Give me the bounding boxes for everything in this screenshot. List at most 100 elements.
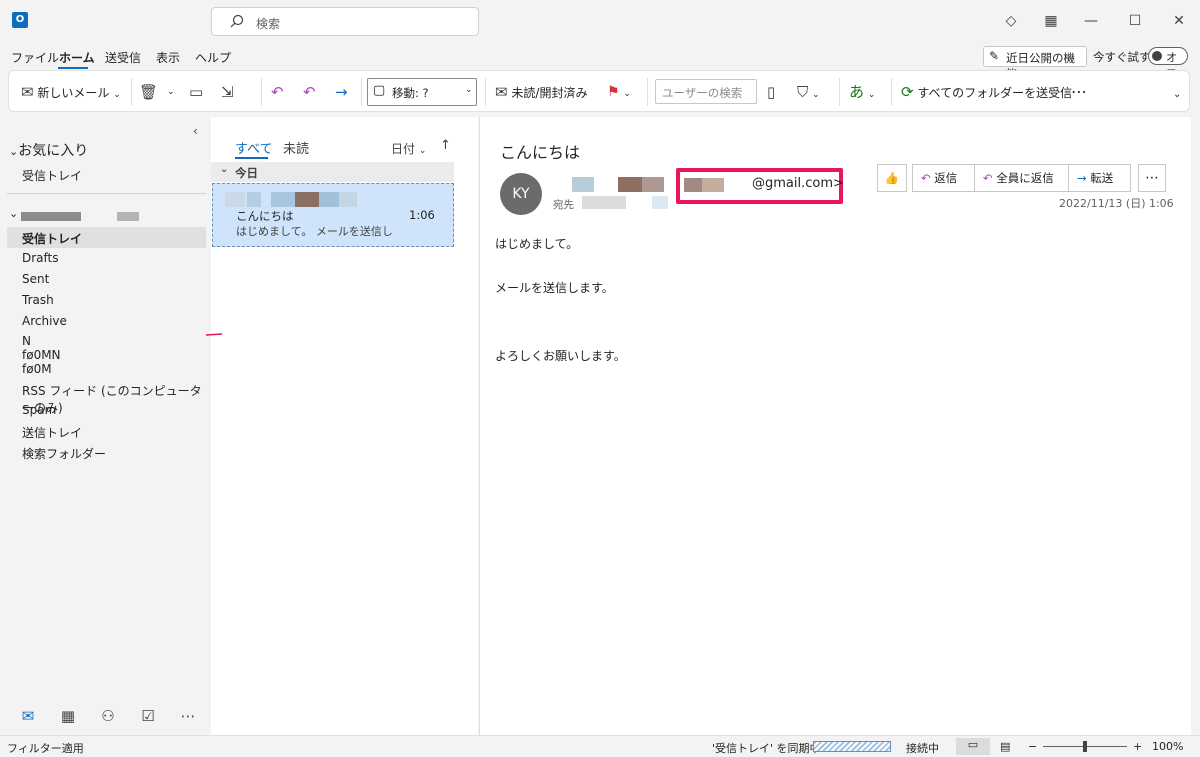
maximize-icon[interactable]: ☐ [1126, 12, 1144, 30]
folder-spam[interactable]: Spam [22, 403, 56, 417]
folder-trash[interactable]: Trash [22, 293, 54, 307]
send-receive-all-button[interactable]: ⟳ すべてのフォルダーを送受信 [901, 80, 1072, 104]
reply-button[interactable]: ↶ 返信 [912, 164, 975, 192]
chevron-down-icon[interactable]: ⌄ [1173, 83, 1181, 107]
pen-icon: ✎ [989, 49, 1000, 63]
read-unread-label: 未読/開封済み [511, 86, 588, 100]
favorites-inbox[interactable]: 受信トレイ [22, 167, 82, 184]
search-input[interactable]: 検索 [211, 7, 479, 36]
ribbon-separator [891, 78, 892, 106]
address-book-icon[interactable]: ▯ [767, 80, 775, 104]
folder-sent[interactable]: Sent [22, 272, 49, 286]
chevron-down-icon[interactable]: ⌄ [167, 80, 175, 104]
redacted-sender [271, 192, 295, 207]
menu-send-receive[interactable]: 送受信 [105, 49, 141, 66]
reply-label: 返信 [934, 171, 958, 185]
folder-n[interactable]: N [22, 334, 31, 348]
ribbon-toolbar: ✉ 新しいメール ⌄ 🗑 ⌄ ▭ ⇲ ↶ ↶ → ▢ 移動: ? ⌄ ✉ 未読/… [8, 70, 1190, 112]
menu-file[interactable]: ファイル [11, 49, 59, 66]
menu-help[interactable]: ヘルプ [195, 49, 231, 66]
group-header-today[interactable]: ⌄ 今日 [211, 162, 454, 182]
ribbon-separator [361, 78, 362, 106]
folder-inbox[interactable]: 受信トレイ [7, 227, 206, 248]
forward-icon: → [1077, 171, 1087, 185]
translate-button[interactable]: あ ⌄ [849, 80, 875, 104]
folder-fomn[interactable]: fø0MN [22, 348, 61, 362]
zoom-level[interactable]: 100% [1152, 740, 1183, 753]
redacted-email [684, 178, 702, 192]
reply-icon[interactable]: ↶ [271, 80, 284, 104]
redacted-sender [247, 192, 261, 207]
flag-icon: ⚑ [607, 84, 620, 100]
folder-search-folders[interactable]: 検索フォルダー [22, 445, 106, 462]
more-apps-icon[interactable]: ⋯ [177, 705, 199, 727]
people-icon[interactable]: ⚇ [97, 705, 119, 727]
mail-icon[interactable]: ✉ [17, 705, 39, 727]
close-icon[interactable]: ✕ [1170, 12, 1188, 30]
tasks-icon[interactable]: ☑ [137, 705, 159, 727]
ribbon-separator [261, 78, 262, 106]
tab-unread[interactable]: 未読 [283, 138, 309, 157]
diamond-icon[interactable]: ◇ [1002, 12, 1020, 30]
redacted-sender-name [572, 177, 594, 192]
people-search-input[interactable]: ユーザーの検索 [655, 79, 757, 104]
chevron-down-icon: ⌄ [812, 90, 820, 100]
zoom-slider-thumb[interactable] [1083, 741, 1087, 752]
redacted-sender [295, 192, 319, 207]
calendar-icon[interactable]: ▦ [57, 705, 79, 727]
account-header[interactable]: ⌄ [9, 207, 149, 221]
archive-icon[interactable]: ▭ [189, 80, 203, 104]
read-unread-button[interactable]: ✉ 未読/開封済み [495, 80, 587, 104]
try-now-toggle[interactable]: オフ [1148, 47, 1188, 80]
filter-icon: ⛉ [797, 83, 809, 101]
zoom-in-icon[interactable]: + [1133, 740, 1142, 753]
folder-pane: ‹ ⌄お気に入り 受信トレイ ⌄ 受信トレイ Drafts Sent Trash… [7, 117, 210, 735]
collapse-pane-icon[interactable]: ‹ [193, 124, 198, 138]
qr-icon[interactable]: ▦ [1042, 12, 1060, 30]
new-features-button[interactable]: ✎ 近日公開の機能 [983, 46, 1087, 81]
normal-view-icon[interactable]: ▭ [956, 738, 990, 755]
reply-all-button[interactable]: ↶ 全員に返信 [975, 164, 1069, 192]
forward-button[interactable]: → 転送 [1069, 164, 1131, 192]
message-item[interactable]: こんにちは はじめまして。 メールを送信し 1:06 [212, 183, 454, 247]
zoom-out-icon[interactable]: − [1028, 740, 1037, 753]
menu-view[interactable]: 表示 [156, 49, 180, 66]
chevron-down-icon: ⌄ [220, 164, 229, 175]
tab-all[interactable]: すべて [235, 138, 273, 157]
folder-drafts[interactable]: Drafts [22, 251, 59, 265]
message-date: 2022/11/13 (日) 1:06 [1059, 197, 1174, 210]
folder-fom[interactable]: fø0M [22, 362, 52, 376]
title-bar: O 検索 ◇ ▦ — ☐ ✕ [0, 0, 1200, 44]
menu-home[interactable]: ホーム [59, 49, 95, 66]
avatar[interactable]: KY [500, 173, 542, 215]
translate-icon: あ [849, 83, 865, 101]
redacted-recipient [652, 196, 668, 209]
active-tab-indicator [235, 157, 268, 159]
group-label: 今日 [235, 166, 258, 180]
delete-icon[interactable]: 🗑 [139, 80, 158, 104]
new-mail-icon: ✉ [21, 83, 34, 101]
folder-outbox[interactable]: 送信トレイ [22, 424, 82, 441]
reading-view-icon[interactable]: ▤ [1000, 740, 1010, 753]
sender-email[interactable]: @gmail.com> [752, 176, 844, 191]
flag-button[interactable]: ⚑ ⌄ [607, 80, 631, 104]
move-to-icon[interactable]: ⇲ [221, 80, 234, 104]
annotation-arrow-icon [206, 333, 222, 336]
chevron-down-icon: ⌄ [9, 207, 19, 220]
minimize-icon[interactable]: — [1082, 12, 1100, 30]
new-mail-button[interactable]: ✉ 新しいメール ⌄ [21, 80, 129, 104]
more-options-icon[interactable]: ⋯ [1071, 80, 1087, 104]
favorites-header[interactable]: ⌄お気に入り [9, 140, 88, 160]
message-list: すべて 未読 日付 ⌄ ↑ ⌄ 今日 こんにちは はじめまして。 メールを送信し… [211, 117, 478, 735]
reply-all-icon[interactable]: ↶ [303, 80, 316, 104]
folder-archive[interactable]: Archive [22, 314, 67, 328]
sort-by-date[interactable]: 日付 ⌄ [391, 140, 426, 157]
sync-progress-bar [813, 741, 891, 752]
like-button[interactable]: 👍 [877, 164, 907, 192]
forward-icon[interactable]: → [335, 80, 348, 104]
more-actions-button[interactable]: ⋯ [1138, 164, 1166, 192]
move-dropdown[interactable]: ▢ 移動: ? ⌄ [367, 78, 477, 106]
filter-button[interactable]: ⛉ ⌄ [797, 80, 820, 104]
chevron-down-icon: ⌄ [623, 89, 631, 99]
sort-direction-icon[interactable]: ↑ [440, 138, 451, 153]
